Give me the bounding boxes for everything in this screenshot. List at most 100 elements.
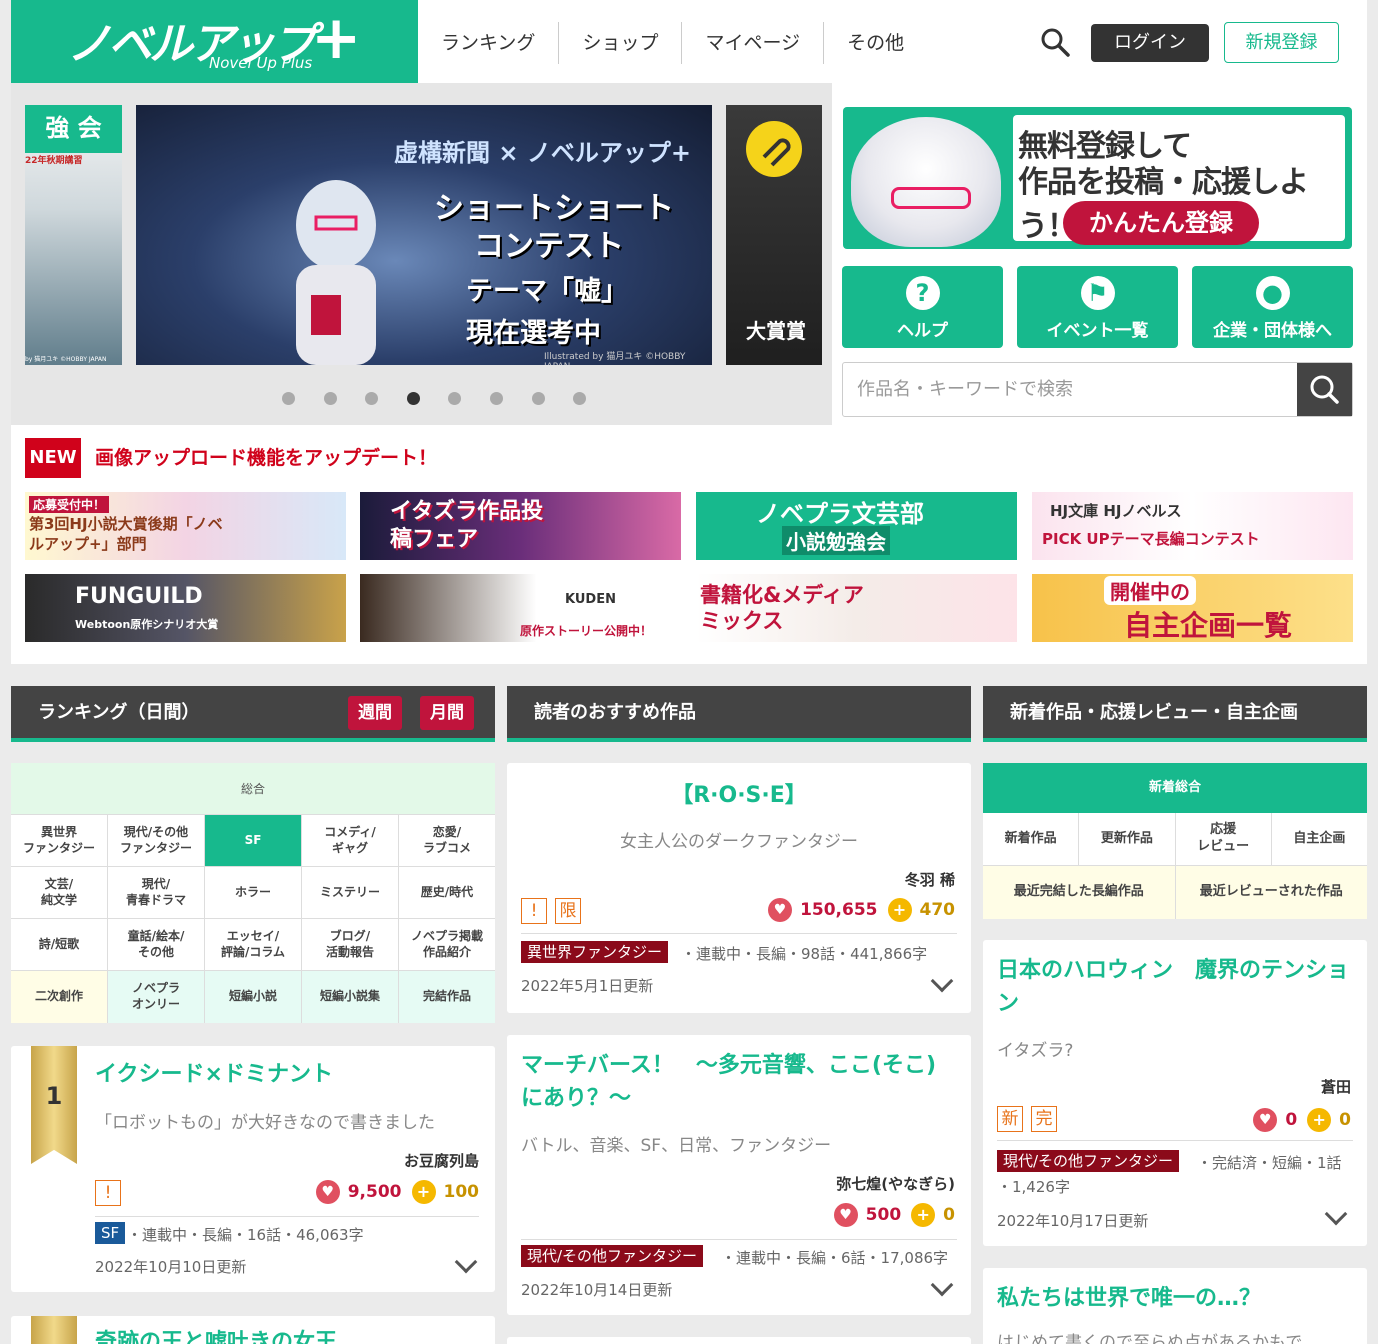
carousel-dot[interactable] <box>406 392 420 405</box>
category-romance[interactable]: 恋愛/ ラブコメ <box>399 815 495 866</box>
carousel-dot[interactable] <box>282 392 295 405</box>
genre-tag[interactable]: 異世界ファンタジー <box>521 941 669 963</box>
category-youth-drama[interactable]: 現代/ 青春ドラマ <box>108 867 205 918</box>
category-novepla-only[interactable]: ノベプラ オンリー <box>108 971 205 1023</box>
banner-hj-award[interactable]: 応募受付中！ 第3回HJ小説大賞後期「ノベルアップ+」部門 <box>25 492 346 560</box>
coin-count: 0 <box>1339 1110 1351 1130</box>
banner-kuden[interactable]: KUDEN 原作ストーリー公開中！ <box>360 574 681 642</box>
category-comedy[interactable]: コメディ/ ギャグ <box>302 815 399 866</box>
register-button[interactable]: 新規登録 <box>1224 22 1339 63</box>
site-logo[interactable]: ノベルアップ Novel Up Plus + <box>11 0 418 83</box>
banner-funguild[interactable]: FUNGUILD Webtoon原作シナリオ大賞 <box>25 574 346 642</box>
banner-hj-bunko[interactable]: HJ文庫 HJノベルス PICK UPテーマ長編コンテスト <box>1032 492 1353 560</box>
recommend-card[interactable]: マーチバース！ ～多元音響、ここ(そこ)にあり？～ バトル、音楽、SF、日常、フ… <box>507 1035 971 1315</box>
genre-tag[interactable]: 現代/その他ファンタジー <box>997 1150 1180 1172</box>
news-bar[interactable]: NEW 画像アップロード機能をアップデート！ <box>25 438 1353 478</box>
category-fairy-tale[interactable]: 童話/絵本/ その他 <box>108 919 205 970</box>
work-title[interactable]: 奇跡の王と嘘吐きの女王 <box>95 1326 337 1344</box>
carousel-slide-current[interactable]: 虚構新聞 × ノベルアップ+ ショートショート コンテスト テーマ「嘘」 現在選… <box>136 105 712 365</box>
category-completed[interactable]: 完結作品 <box>399 971 495 1023</box>
category-literature[interactable]: 文芸/ 純文学 <box>11 867 108 918</box>
carousel-dot[interactable] <box>448 392 462 405</box>
work-author[interactable]: お豆腐列島 <box>404 1150 479 1171</box>
tab-support-reviews[interactable]: 応援 レビュー <box>1176 813 1272 865</box>
work-title[interactable]: 日本のハロウィン 魔界のテンション <box>997 954 1357 1020</box>
chevron-down-icon[interactable] <box>930 1273 954 1297</box>
nav-mypage[interactable]: マイページ <box>682 22 825 64</box>
carousel-slide-prev[interactable]: 強 会 22年秋期講習 by 猫月ユキ ©HOBBY JAPAN <box>25 105 122 365</box>
chevron-down-icon[interactable] <box>930 969 954 993</box>
newest-card[interactable]: 私たちは世界で唯一の…？ はじめて書くので至らぬ点があるかもで <box>983 1268 1367 1344</box>
new-badge: NEW <box>25 438 81 478</box>
monthly-button[interactable]: 月間 <box>420 696 474 730</box>
work-title[interactable]: マーチバース！ ～多元音響、ここ(そこ)にあり？～ <box>521 1049 951 1115</box>
category-isekai-fantasy[interactable]: 異世界 ファンタジー <box>11 815 108 866</box>
genre-tag[interactable]: SF <box>95 1222 126 1244</box>
category-poetry[interactable]: 詩/短歌 <box>11 919 108 970</box>
category-mystery[interactable]: ミステリー <box>302 867 399 918</box>
nav-other[interactable]: その他 <box>824 22 927 64</box>
ranking-card[interactable]: 1 イクシード×ドミナント 「ロボットもの」が大好きなので書きました お豆腐列島… <box>11 1046 495 1292</box>
category-overall[interactable]: 総合 <box>11 763 495 815</box>
carousel-dot[interactable] <box>531 392 545 405</box>
work-search <box>842 362 1353 417</box>
category-work-intro[interactable]: ノベプラ掲載 作品紹介 <box>399 919 495 970</box>
tab-recently-reviewed[interactable]: 最近レビューされた作品 <box>1175 866 1367 919</box>
banner-funguild-sub: Webtoon原作シナリオ大賞 <box>75 618 219 631</box>
divider <box>95 1216 479 1217</box>
recommend-card[interactable]: 【R·O·S·E】 女主人公のダークファンタジー 冬羽 稀 ! 限 ♥ 150,… <box>507 763 971 1013</box>
tab-self-projects[interactable]: 自主企画 <box>1272 813 1367 865</box>
chevron-down-icon[interactable] <box>1324 1202 1348 1226</box>
chevron-down-icon[interactable] <box>454 1250 478 1274</box>
search-input[interactable] <box>843 363 1298 416</box>
banner-study-group[interactable]: ノベプラ文芸部 小説勉強会 <box>696 492 1017 560</box>
nav-shop[interactable]: ショップ <box>559 22 683 64</box>
work-author[interactable]: 蒼田 <box>1321 1076 1351 1097</box>
category-history[interactable]: 歴史/時代 <box>399 867 495 918</box>
carousel-dot[interactable] <box>573 392 587 405</box>
genre-tag[interactable]: 現代/その他ファンタジー <box>521 1245 704 1267</box>
weekly-button[interactable]: 週間 <box>348 696 402 730</box>
work-title[interactable]: 【R·O·S·E】 <box>507 779 971 812</box>
carousel-dot[interactable] <box>489 392 503 405</box>
newest-card[interactable]: 日本のハロウィン 魔界のテンション イタズラ? 蒼田 新 完 ♥ 0 + 0 現… <box>983 940 1367 1246</box>
recommend-card[interactable] <box>507 1337 971 1344</box>
work-author[interactable]: 冬羽 稀 <box>905 869 955 890</box>
business-button[interactable]: ● 企業・団体様へ <box>1192 266 1353 348</box>
banner-self-projects[interactable]: 開催中の 自主企画一覧 <box>1032 574 1353 642</box>
signup-banner[interactable]: 無料登録して 作品を投稿・応援しよう！ かんたん登録 <box>843 107 1352 249</box>
category-modern-fantasy[interactable]: 現代/その他 ファンタジー <box>108 815 205 866</box>
category-short-story[interactable]: 短編小説 <box>205 971 302 1023</box>
tab-new-works[interactable]: 新着作品 <box>983 813 1080 865</box>
category-horror[interactable]: ホラー <box>205 867 302 918</box>
category-short-collection[interactable]: 短編小説集 <box>302 971 399 1023</box>
ranking-card[interactable]: 奇跡の王と嘘吐きの女王 <box>11 1316 495 1344</box>
carousel-dot[interactable] <box>365 392 379 405</box>
easy-signup-button[interactable]: かんたん登録 <box>1063 201 1259 245</box>
events-button[interactable]: ⚑ イベント一覧 <box>1017 266 1178 348</box>
news-text[interactable]: 画像アップロード機能をアップデート！ <box>95 438 437 478</box>
work-title[interactable]: 私たちは世界で唯一の…？ <box>997 1282 1261 1315</box>
category-blog[interactable]: ブログ/ 活動報告 <box>302 919 399 970</box>
banner-media-mix[interactable]: 書籍化&メディアミックス <box>696 574 1017 642</box>
category-fan-fiction[interactable]: 二次創作 <box>11 971 108 1023</box>
work-description: バトル、音楽、SF、日常、ファンタジー <box>521 1136 832 1156</box>
new-badge: 新 <box>997 1106 1023 1132</box>
tab-recently-completed[interactable]: 最近完結した長編作品 <box>983 866 1176 919</box>
search-icon[interactable] <box>1040 27 1070 57</box>
search-submit-button[interactable] <box>1297 363 1352 416</box>
work-author[interactable]: 弥七煌(やなぎら) <box>836 1173 955 1194</box>
banner-prank-fair[interactable]: イタズラ作品投稿フェア <box>360 492 681 560</box>
tab-updated-works[interactable]: 更新作品 <box>1079 813 1176 865</box>
slide-prev-credit: by 猫月ユキ ©HOBBY JAPAN <box>25 356 107 363</box>
category-row: 文芸/ 純文学 現代/ 青春ドラマ ホラー ミステリー 歴史/時代 <box>11 867 495 919</box>
carousel-slide-next[interactable]: 大賞賞 <box>726 105 822 365</box>
login-button[interactable]: ログイン <box>1091 24 1209 62</box>
nav-ranking[interactable]: ランキング <box>418 22 560 64</box>
work-title[interactable]: イクシード×ドミナント <box>95 1058 333 1091</box>
category-sf[interactable]: SF <box>205 815 302 866</box>
help-button[interactable]: ? ヘルプ <box>842 266 1003 348</box>
category-essay[interactable]: エッセイ/ 評論/コラム <box>205 919 302 970</box>
tab-newest-overall[interactable]: 新着総合 <box>983 763 1367 813</box>
carousel-dot[interactable] <box>323 392 337 405</box>
